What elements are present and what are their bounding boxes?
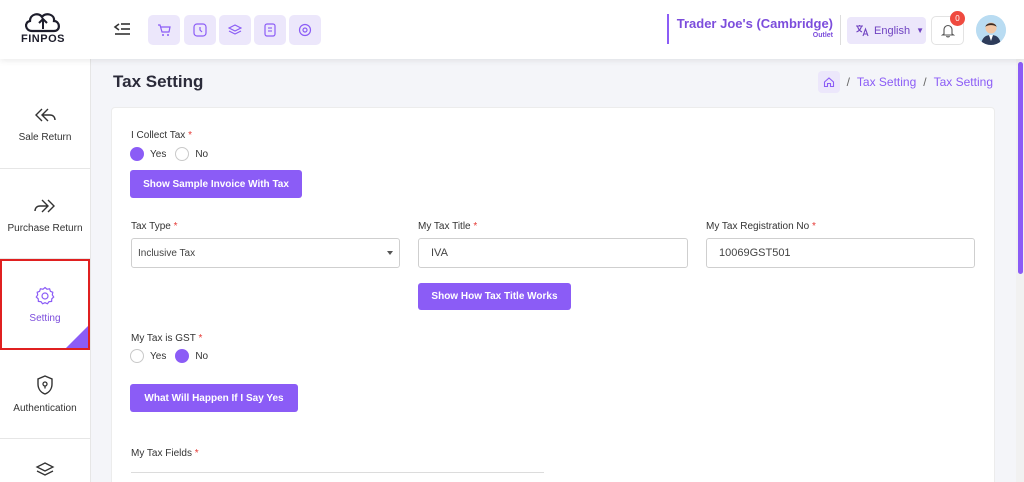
layers-icon	[35, 462, 55, 476]
show-sample-invoice-button[interactable]: Show Sample Invoice With Tax	[130, 170, 302, 198]
gear-icon	[35, 286, 55, 305]
tax-fields-label-text: My Tax Fields	[131, 448, 192, 459]
collect-tax-label: I Collect Tax *	[131, 130, 192, 141]
sidebar-item-label: Setting	[29, 313, 61, 324]
clock-icon	[193, 23, 207, 37]
breadcrumb-separator: /	[846, 75, 850, 89]
sidebar-item-more[interactable]	[0, 439, 90, 482]
tax-type-label: Tax Type *	[131, 221, 178, 232]
notification-button[interactable]: 0	[931, 11, 965, 45]
required-mark: *	[198, 333, 203, 344]
tax-title-input[interactable]: IVA	[418, 238, 688, 268]
required-mark: *	[473, 221, 478, 232]
sidebar-item-purchase-return[interactable]: Purchase Return	[0, 169, 90, 259]
sidebar-item-label: Sale Return	[18, 132, 72, 143]
user-avatar-icon	[976, 15, 1006, 45]
page-scrollbar-thumb[interactable]	[1018, 62, 1023, 274]
quick-settings-button[interactable]	[289, 15, 321, 45]
radio-label: No	[195, 350, 209, 362]
required-mark: *	[811, 221, 816, 232]
language-label: English	[874, 24, 911, 37]
home-icon	[823, 77, 834, 88]
sidebar: Sale Return Purchase Return Setting Auth…	[0, 59, 91, 482]
tax-registration-value: 10069GST501	[719, 247, 791, 259]
finpos-logo[interactable]: FINPOS	[20, 9, 66, 49]
breadcrumb-separator: /	[923, 75, 927, 89]
sidebar-item-setting[interactable]: Setting	[0, 259, 90, 350]
page-title: Tax Setting	[113, 72, 204, 91]
sidebar-item-sale-return[interactable]: Sale Return	[0, 79, 90, 169]
shield-icon	[37, 375, 53, 395]
gst-label: My Tax is GST *	[131, 333, 202, 344]
tax-title-value: IVA	[431, 247, 448, 259]
header-divider	[840, 15, 841, 45]
radio-label: Yes	[150, 350, 167, 362]
gst-label-text: My Tax is GST	[131, 333, 196, 344]
tax-fields-divider	[131, 472, 544, 473]
radio-label: Yes	[150, 148, 167, 160]
layers-icon	[228, 24, 242, 35]
quick-invoice-button[interactable]	[254, 15, 286, 45]
required-mark: *	[173, 221, 178, 232]
breadcrumb-item-current: Tax Setting	[933, 75, 993, 89]
cloud-upload-icon	[25, 13, 60, 33]
breadcrumb-home[interactable]	[817, 71, 840, 93]
settings-dial-icon	[298, 23, 312, 37]
sidebar-item-authentication[interactable]: Authentication	[0, 350, 90, 439]
collect-tax-label-text: I Collect Tax	[131, 130, 186, 141]
quick-pos-button[interactable]	[148, 15, 180, 45]
top-header: FINPOS Trader Joe's (Cambridge) Outlet E…	[0, 0, 1024, 59]
tax-title-label: My Tax Title *	[418, 221, 477, 232]
gst-no-radio[interactable]	[175, 349, 190, 363]
quick-stock-button[interactable]	[219, 15, 251, 45]
active-indicator	[66, 326, 88, 348]
cart-icon	[158, 24, 171, 36]
required-mark: *	[188, 130, 192, 141]
tax-registration-label-text: My Tax Registration No	[706, 221, 810, 232]
required-mark: *	[194, 448, 199, 459]
collect-tax-radio-group: Yes No	[130, 147, 217, 161]
quick-history-button[interactable]	[184, 15, 216, 45]
tax-registration-label: My Tax Registration No *	[706, 221, 816, 232]
breadcrumb: / Tax Setting / Tax Setting	[817, 71, 993, 93]
store-name: Trader Joe's (Cambridge)	[676, 16, 833, 31]
gst-info-button[interactable]: What Will Happen If I Say Yes	[130, 384, 298, 412]
store-selector[interactable]: Trader Joe's (Cambridge) Outlet	[667, 14, 833, 44]
user-avatar[interactable]	[976, 15, 1006, 45]
collect-tax-yes-radio[interactable]	[130, 147, 144, 161]
notification-badge: 0	[950, 11, 965, 26]
sale-return-icon	[35, 108, 56, 122]
receipt-icon	[264, 23, 276, 37]
sidebar-item-label: Authentication	[13, 403, 77, 414]
store-type: Outlet	[812, 32, 833, 39]
gst-radio-group: Yes No	[130, 349, 217, 363]
dropdown-caret-icon	[387, 251, 393, 255]
show-tax-title-button[interactable]: Show How Tax Title Works	[418, 283, 571, 310]
language-dropdown[interactable]: English ▼	[847, 17, 926, 44]
translate-icon	[856, 25, 869, 37]
logo-text: FINPOS	[21, 33, 65, 45]
chevron-down-icon: ▼	[916, 26, 924, 35]
sidebar-item-label: Purchase Return	[7, 223, 83, 234]
menu-toggle-icon[interactable]	[113, 21, 131, 37]
tax-type-label-text: Tax Type	[131, 221, 171, 232]
collect-tax-no-radio[interactable]	[175, 147, 190, 161]
tax-fields-label: My Tax Fields *	[131, 448, 199, 459]
tax-type-select[interactable]: Inclusive Tax	[131, 238, 400, 268]
tax-registration-input[interactable]: 10069GST501	[706, 238, 975, 268]
tax-type-value: Inclusive Tax	[138, 247, 196, 259]
radio-label: No	[195, 148, 209, 160]
tax-title-label-text: My Tax Title	[418, 221, 471, 232]
purchase-return-icon	[34, 199, 55, 213]
breadcrumb-item[interactable]: Tax Setting	[857, 75, 916, 89]
gst-yes-radio[interactable]	[130, 349, 144, 363]
bell-icon	[940, 24, 955, 38]
